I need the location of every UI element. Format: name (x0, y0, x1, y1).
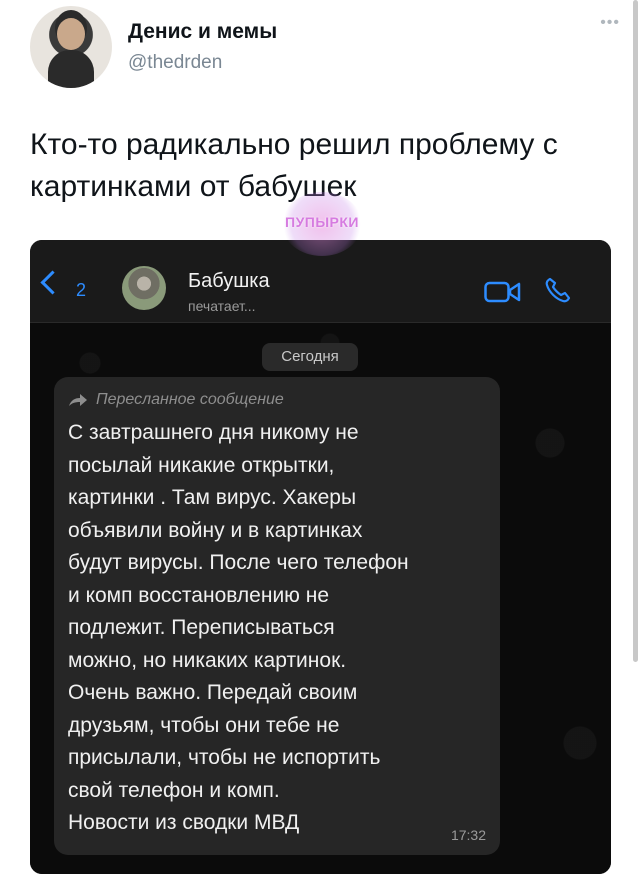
chat-area[interactable]: Сегодня Пересланное сообщение С завтрашн… (30, 323, 611, 874)
watermark-text: ПУПЫРКИ (285, 214, 359, 230)
message-time: 17:32 (450, 827, 486, 843)
phone-call-icon[interactable] (544, 276, 572, 304)
watermark-logo: ПУПЫРКИ (262, 192, 382, 262)
message-text: С завтрашнего дня никому не посылай ника… (68, 421, 409, 834)
author-handle[interactable]: @thedrden (128, 52, 222, 74)
chat-screenshot: 2 Бабушка печатает... Сегодня Пересланно… (30, 240, 611, 874)
author-name[interactable]: Денис и мемы (128, 20, 277, 44)
date-separator: Сегодня (262, 343, 358, 371)
forwarded-label: Пересланное сообщение (96, 391, 284, 408)
video-call-icon[interactable] (484, 280, 522, 304)
back-count[interactable]: 2 (76, 280, 86, 301)
contact-status: печатает... (188, 298, 256, 314)
contact-name[interactable]: Бабушка (188, 270, 270, 293)
scrollbar[interactable] (633, 0, 638, 662)
contact-avatar[interactable] (122, 266, 166, 310)
more-icon[interactable]: ••• (600, 14, 620, 32)
tweet-header: Денис и мемы @thedrden ••• (30, 6, 620, 90)
message-bubble[interactable]: Пересланное сообщение С завтрашнего дня … (54, 377, 500, 855)
author-avatar[interactable] (30, 6, 112, 88)
back-chevron-icon[interactable] (40, 270, 65, 295)
forward-arrow-icon (69, 394, 87, 406)
